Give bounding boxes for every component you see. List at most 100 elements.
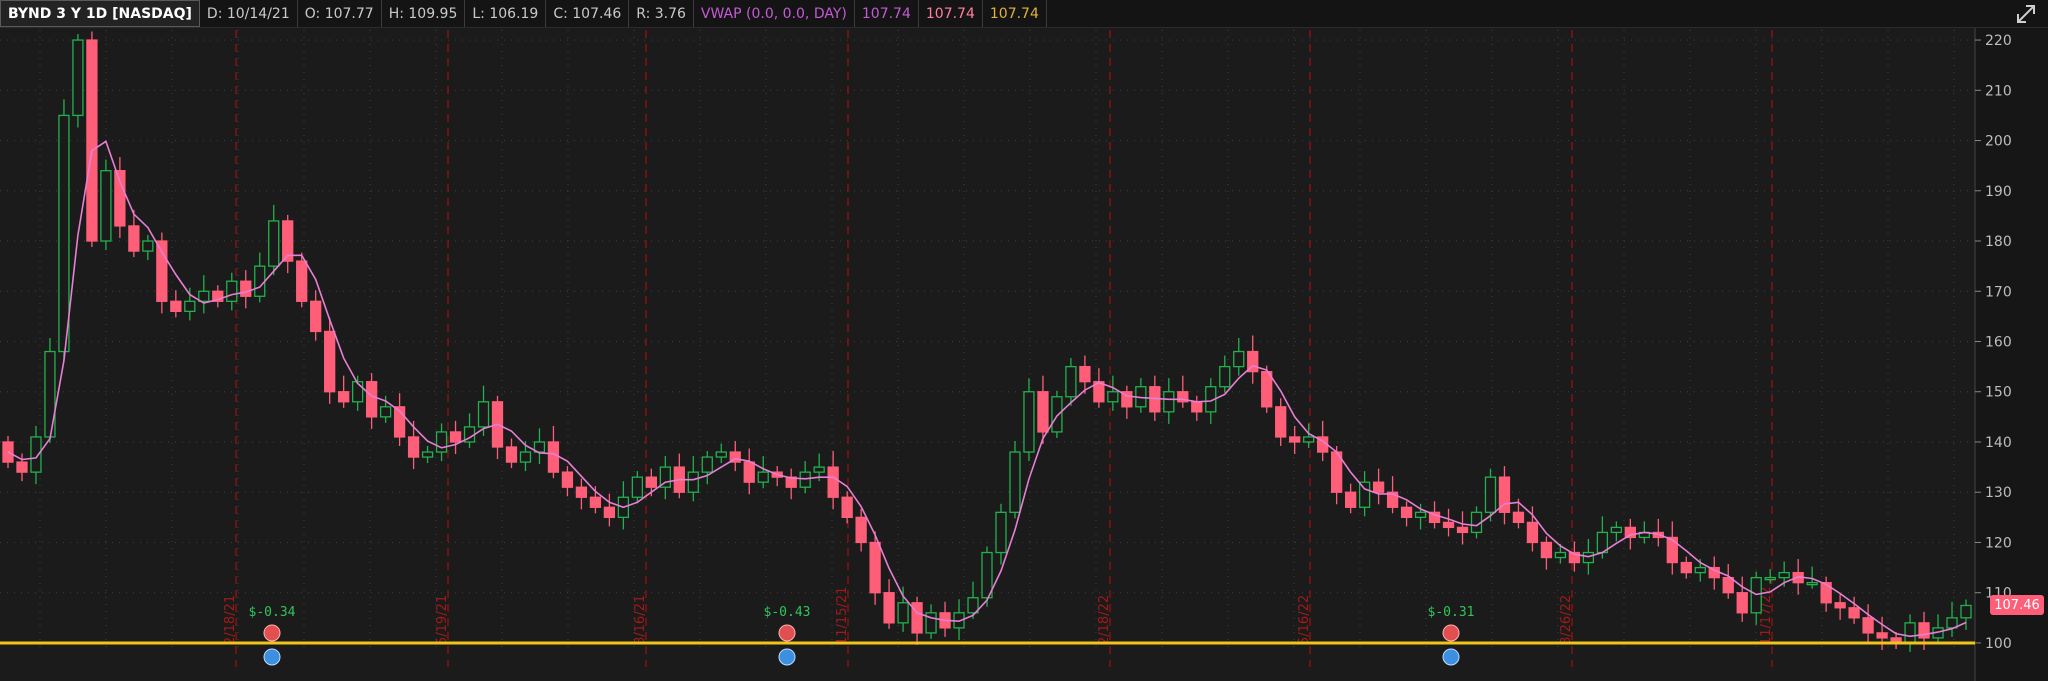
candle-body — [100, 170, 112, 242]
period-label: 2/18/22 — [1097, 595, 1112, 645]
candle-body — [645, 476, 657, 488]
candle-body — [841, 496, 853, 518]
candle-body — [1400, 506, 1413, 518]
candle-body — [1037, 391, 1049, 433]
candle-body — [44, 350, 56, 438]
candle-body — [226, 280, 238, 302]
candle-body — [1876, 632, 1888, 639]
candle-body — [338, 391, 350, 403]
candle-body — [449, 431, 462, 443]
candle-body — [1456, 526, 1469, 534]
candle-body — [897, 602, 909, 624]
vwap-value: 107.74 — [855, 0, 919, 27]
symbol-selector[interactable]: BYND 3 Y 1D [NASDAQ] — [0, 0, 200, 27]
candle-body — [1610, 526, 1623, 534]
candle-body — [1904, 622, 1916, 644]
candle-body — [995, 511, 1007, 554]
candle-body — [1736, 592, 1748, 614]
candle-body — [589, 496, 602, 508]
candle-body — [435, 431, 448, 453]
candle-body — [1107, 391, 1119, 403]
candle-body — [1275, 406, 1287, 438]
candle-body — [855, 516, 867, 544]
candle-body — [1512, 511, 1525, 524]
close-readout: C: 107.46 — [546, 0, 630, 27]
y-tick-label: 150 — [1985, 385, 2012, 401]
candle-body — [184, 300, 196, 313]
candle-body — [268, 220, 280, 267]
candle-body — [1163, 391, 1175, 413]
candle-body — [1484, 476, 1497, 513]
candle-body — [1862, 617, 1874, 634]
candle-body — [981, 551, 993, 599]
candle-body — [505, 446, 518, 463]
candle-body — [1289, 436, 1301, 443]
candle-body — [324, 330, 336, 393]
candle-body — [1261, 370, 1273, 408]
candle-body — [869, 541, 881, 594]
y-tick-label: 200 — [1985, 134, 2012, 150]
candle-body — [1806, 582, 1818, 586]
earnings-marker-icon — [1442, 624, 1460, 642]
period-label: 8/16/21 — [633, 595, 648, 645]
candle-body — [128, 225, 140, 252]
price-chart[interactable]: 1001101201301401501601701801902002102202… — [0, 28, 2048, 681]
vwap-study-label[interactable]: VWAP (0.0, 0.0, DAY) — [694, 0, 855, 27]
candle-body — [114, 170, 126, 227]
candle-body — [561, 471, 574, 488]
candle-body — [1009, 451, 1021, 513]
candle-body — [1344, 491, 1357, 508]
earnings-marker-icon — [778, 624, 796, 642]
high-readout: H: 109.95 — [382, 0, 466, 27]
candle-body — [1233, 350, 1245, 368]
candle-body — [687, 471, 699, 493]
candle-body — [407, 436, 420, 458]
open-readout: O: 107.77 — [298, 0, 382, 27]
y-tick-label: 190 — [1985, 184, 2012, 200]
candle-body — [1694, 566, 1706, 574]
candle-body — [58, 114, 70, 353]
candle-body — [1079, 365, 1091, 383]
price-axis — [1975, 28, 2048, 681]
candle-body — [1680, 561, 1692, 574]
candle-body — [1191, 401, 1203, 413]
candle-body — [1722, 576, 1734, 594]
candle-body — [799, 471, 811, 488]
candle-body — [1764, 576, 1776, 581]
y-tick-label: 210 — [1985, 83, 2012, 99]
candle-body — [1624, 526, 1636, 539]
candle-body — [1372, 481, 1385, 493]
earnings-marker-icon — [263, 624, 281, 642]
y-tick-label: 130 — [1985, 485, 2012, 501]
candle-body — [240, 280, 252, 297]
earnings-label: $-0.31 — [1428, 605, 1475, 620]
candle-body — [701, 456, 713, 473]
candle-body — [142, 240, 154, 252]
y-tick-label: 120 — [1985, 535, 2012, 551]
candle-body — [1666, 536, 1678, 564]
earnings-label: $-0.34 — [249, 605, 296, 620]
candle-body — [1442, 521, 1455, 529]
range-readout: R: 3.76 — [629, 0, 694, 27]
candle-body — [575, 486, 588, 498]
earnings-label: $-0.43 — [764, 605, 811, 620]
y-tick-label: 160 — [1985, 335, 2012, 351]
candle-body — [715, 451, 727, 458]
candle-body — [1750, 576, 1762, 614]
date-readout: D: 10/14/21 — [200, 0, 298, 27]
vwap-lower-value: 107.74 — [983, 0, 1047, 27]
candle-body — [827, 466, 839, 498]
period-label: 5/16/22 — [1297, 595, 1312, 645]
dividend-marker-icon — [1442, 648, 1460, 666]
candle-body — [519, 451, 532, 463]
y-tick-label: 140 — [1985, 435, 2012, 451]
candle-body — [1219, 365, 1231, 388]
expand-icon[interactable] — [2012, 1, 2040, 26]
candle-body — [1778, 571, 1790, 579]
y-tick-label: 180 — [1985, 234, 2012, 250]
candle-body — [1848, 607, 1860, 619]
candle-body — [1051, 396, 1063, 433]
candle-body — [1065, 365, 1077, 398]
candle-body — [603, 506, 616, 518]
candle-body — [156, 240, 168, 302]
